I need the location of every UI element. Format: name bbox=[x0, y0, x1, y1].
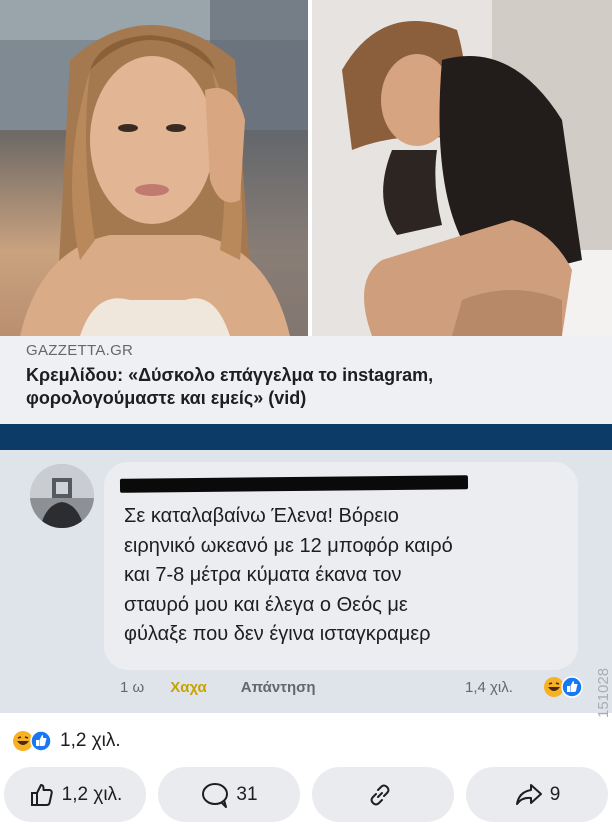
share-count: 9 bbox=[549, 783, 561, 805]
comment-count: 31 bbox=[236, 783, 258, 805]
link-headline[interactable]: Κρεμλίδου: «Δύσκολο επάγγελμα το instagr… bbox=[26, 364, 586, 410]
comment-reaction-icons bbox=[543, 676, 583, 698]
portrait-photo-icon bbox=[312, 0, 612, 336]
link-source: GAZZETTA.GR bbox=[26, 342, 134, 359]
post-image-row bbox=[0, 0, 612, 336]
accent-divider bbox=[0, 424, 612, 450]
svg-text:151028: 151028 bbox=[595, 668, 612, 718]
comment-actions: 1 ω Χαχα Απάντηση bbox=[120, 679, 316, 696]
comment-reaction-count[interactable]: 1,4 χιλ. bbox=[465, 679, 513, 696]
user-avatar-icon bbox=[30, 464, 94, 528]
comment-button[interactable]: 31 bbox=[158, 767, 300, 822]
avatar[interactable] bbox=[30, 464, 94, 528]
thumbs-up-icon bbox=[30, 783, 53, 806]
comment-text: Σε καταλαβαίνω Έλενα! Βόρειο ειρηνικό ωκ… bbox=[124, 505, 453, 645]
comment-screenshot: Σε καταλαβαίνω Έλενα! Βόρειο ειρηνικό ωκ… bbox=[0, 450, 612, 718]
reaction-summary-count: 1,2 χιλ. bbox=[60, 730, 121, 751]
watermark-number: 151028 bbox=[595, 668, 612, 718]
comment-bubble-icon bbox=[202, 782, 229, 808]
haha-button[interactable]: Χαχα bbox=[170, 679, 207, 696]
like-emoji-icon bbox=[30, 730, 52, 752]
copy-link-button[interactable] bbox=[312, 767, 454, 822]
comment-time: 1 ω bbox=[120, 679, 145, 696]
like-emoji-icon bbox=[561, 676, 583, 698]
link-icon bbox=[370, 784, 390, 805]
post-photo-left[interactable] bbox=[0, 0, 308, 336]
post-photo-right[interactable] bbox=[312, 0, 612, 336]
portrait-photo-icon bbox=[0, 0, 308, 336]
reaction-summary[interactable]: 1,2 χιλ. bbox=[12, 730, 121, 752]
share-button[interactable]: 9 bbox=[466, 767, 608, 822]
reply-button[interactable]: Απάντηση bbox=[241, 679, 316, 696]
like-count: 1,2 χιλ. bbox=[61, 783, 123, 805]
share-arrow-icon bbox=[515, 783, 542, 805]
like-button[interactable]: 1,2 χιλ. bbox=[4, 767, 146, 822]
link-preview[interactable]: GAZZETTA.GR Κρεμλίδου: «Δύσκολο επάγγελμ… bbox=[0, 336, 612, 424]
